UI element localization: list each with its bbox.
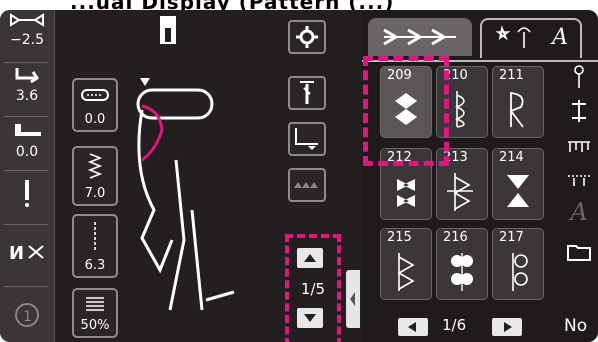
pattern-number: 211 xyxy=(499,68,524,83)
pattern-212-icon xyxy=(397,179,415,207)
pattern-number: 216 xyxy=(443,230,468,245)
gear-icon xyxy=(296,26,318,48)
pattern-cell-211[interactable]: 211 xyxy=(492,66,544,138)
divider xyxy=(4,286,48,287)
stitch-preview xyxy=(136,16,235,311)
needle-thread-button[interactable] xyxy=(288,76,326,110)
width-setting-icon xyxy=(81,89,109,101)
spool-icon[interactable] xyxy=(560,96,598,126)
zigzag-icon xyxy=(87,153,103,179)
density-setting-box[interactable]: 50% xyxy=(72,288,118,338)
pattern-cell-214[interactable]: 214 xyxy=(492,148,544,220)
left-arrow-icon xyxy=(408,322,416,332)
presser-foot-icon xyxy=(15,124,41,136)
thread-tension-icon xyxy=(15,68,40,84)
divider xyxy=(4,116,48,117)
needle-position-button[interactable] xyxy=(4,178,50,212)
header-title-clip: ...ual Display (Pattern (...) xyxy=(0,0,598,10)
feed-dog-button[interactable] xyxy=(288,168,326,202)
pattern-215-icon xyxy=(397,253,415,291)
tension-adjust-button[interactable]: 3.6 xyxy=(4,66,50,104)
up-arrow-icon xyxy=(304,254,316,262)
prev-page-button[interactable] xyxy=(398,318,428,336)
svg-text:И: И xyxy=(9,243,24,264)
left-pager: 1/5 xyxy=(285,234,341,342)
foot-mode-icon xyxy=(295,128,318,150)
tab-decorative[interactable]: A xyxy=(480,18,582,58)
foot-mode-button[interactable] xyxy=(288,122,326,156)
pattern-211-icon xyxy=(509,91,524,128)
right-arrow-icon xyxy=(504,322,512,332)
pattern-216-icon xyxy=(451,253,473,291)
panel-collapse-tab[interactable] xyxy=(346,270,360,328)
pattern-number: 215 xyxy=(387,230,412,245)
right-side-toolbar: A xyxy=(560,62,598,268)
width-adjust-button[interactable]: −2.5 xyxy=(4,12,50,48)
header-title: ...ual Display (Pattern (...) xyxy=(70,0,394,10)
dotted-ruler-icon[interactable] xyxy=(560,164,598,194)
divider xyxy=(4,62,48,63)
length-setting-box[interactable]: 7.0 xyxy=(72,146,118,206)
density-icon xyxy=(86,297,104,311)
flower-icon xyxy=(495,25,531,48)
restart-icon: 1 xyxy=(15,303,39,327)
width-setting-value: 0.0 xyxy=(84,112,106,127)
down-arrow-icon xyxy=(304,314,316,322)
right-page-indicator: 1/6 xyxy=(442,316,467,334)
divider xyxy=(4,224,48,225)
needle-thread-icon xyxy=(300,81,314,104)
folder-icon[interactable] xyxy=(560,234,598,264)
sewing-screen: −2.5 3.6 0.0 И 1 0.0 7.0 6.3 50% 1/5 A 2… xyxy=(0,10,598,342)
mirror-icon: И xyxy=(9,243,44,264)
mirror-button[interactable]: И xyxy=(4,240,50,268)
pattern-cell-216[interactable]: 216 xyxy=(436,228,488,300)
length-setting-value: 7.0 xyxy=(84,186,106,201)
pattern-217-icon xyxy=(512,253,528,291)
pattern-number-label[interactable]: No xyxy=(564,316,587,336)
arrows-icon xyxy=(383,28,456,46)
left-page-indicator: 1/5 xyxy=(300,280,326,298)
ruler-icon[interactable] xyxy=(560,130,598,160)
pattern-number: 217 xyxy=(499,230,524,245)
restart-button[interactable]: 1 xyxy=(4,300,50,334)
width-value-label: −2.5 xyxy=(10,32,44,48)
tab-decorative-label: A xyxy=(552,25,568,50)
left-strip: −2.5 3.6 0.0 И 1 xyxy=(0,10,55,342)
presser-foot-button[interactable]: 0.0 xyxy=(4,122,50,160)
page-up-button[interactable] xyxy=(297,248,323,268)
next-page-button[interactable] xyxy=(492,318,522,336)
tension-value-label: 3.6 xyxy=(15,88,39,104)
divider xyxy=(4,170,48,171)
needle-icon xyxy=(25,180,29,207)
tension-setting-box[interactable]: 6.3 xyxy=(72,214,118,278)
presser-value-label: 0.0 xyxy=(15,144,39,160)
collapse-arrow-icon xyxy=(350,292,355,306)
pattern-number: 214 xyxy=(499,150,524,165)
settings-button[interactable] xyxy=(288,20,326,54)
svg-text:1: 1 xyxy=(23,309,32,325)
selected-pattern-highlight xyxy=(363,56,449,166)
straight-stitch-icon xyxy=(94,222,96,252)
width-setting-box[interactable]: 0.0 xyxy=(72,78,118,132)
pattern-213-icon xyxy=(447,173,473,211)
density-setting-value: 50% xyxy=(80,318,110,333)
tension-setting-value: 6.3 xyxy=(84,258,106,273)
pattern-cell-215[interactable]: 215 xyxy=(380,228,432,300)
font-a-label[interactable]: A xyxy=(560,198,598,234)
pattern-214-icon xyxy=(507,175,529,207)
tab-utility[interactable] xyxy=(368,18,472,56)
page-down-button[interactable] xyxy=(297,308,323,328)
width-icon xyxy=(10,13,44,27)
pattern-cell-217[interactable]: 217 xyxy=(492,228,544,300)
bobbin-icon[interactable] xyxy=(560,62,598,92)
feed-dog-icon xyxy=(294,182,318,188)
